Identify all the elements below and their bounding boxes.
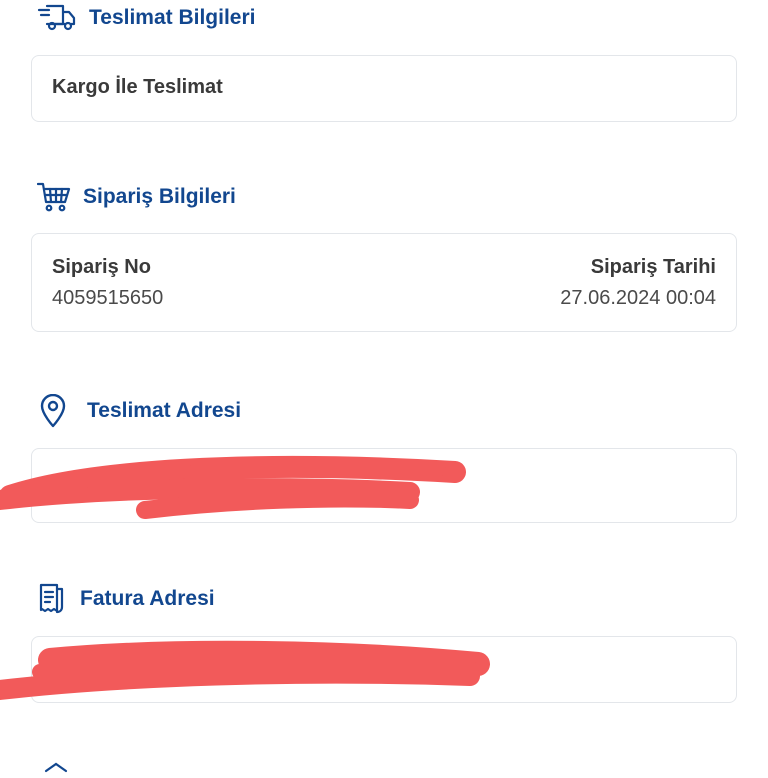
- order-section-title: Sipariş Bilgileri: [37, 182, 236, 212]
- location-pin-icon: [39, 394, 67, 428]
- delivery-method-card[interactable]: Kargo İle Teslimat: [31, 55, 737, 122]
- order-title: Sipariş Bilgileri: [83, 185, 236, 208]
- order-info-card: Sipariş No 4059515650 Sipariş Tarihi 27.…: [31, 233, 737, 332]
- shipping-address-section-title: Teslimat Adresi: [39, 394, 241, 428]
- shipping-address-card: [31, 448, 737, 523]
- order-number-label: Sipariş No: [52, 256, 151, 278]
- delivery-method-value: Kargo İle Teslimat: [52, 76, 223, 98]
- billing-address-card: [31, 636, 737, 703]
- delivery-section-title: Teslimat Bilgileri: [37, 4, 256, 32]
- order-number-value: 4059515650: [52, 287, 164, 309]
- partial-section-icon: [44, 760, 68, 778]
- billing-address-title: Fatura Adresi: [80, 587, 215, 610]
- receipt-icon: [36, 583, 66, 615]
- billing-address-section-title: Fatura Adresi: [36, 583, 215, 615]
- order-date-value: 27.06.2024 00:04: [560, 287, 716, 309]
- shipping-address-title: Teslimat Adresi: [87, 399, 242, 422]
- shopping-cart-icon: [37, 182, 71, 212]
- order-date-label: Sipariş Tarihi: [590, 256, 716, 278]
- delivery-title: Teslimat Bilgileri: [89, 6, 256, 29]
- delivery-truck-icon: [37, 4, 77, 32]
